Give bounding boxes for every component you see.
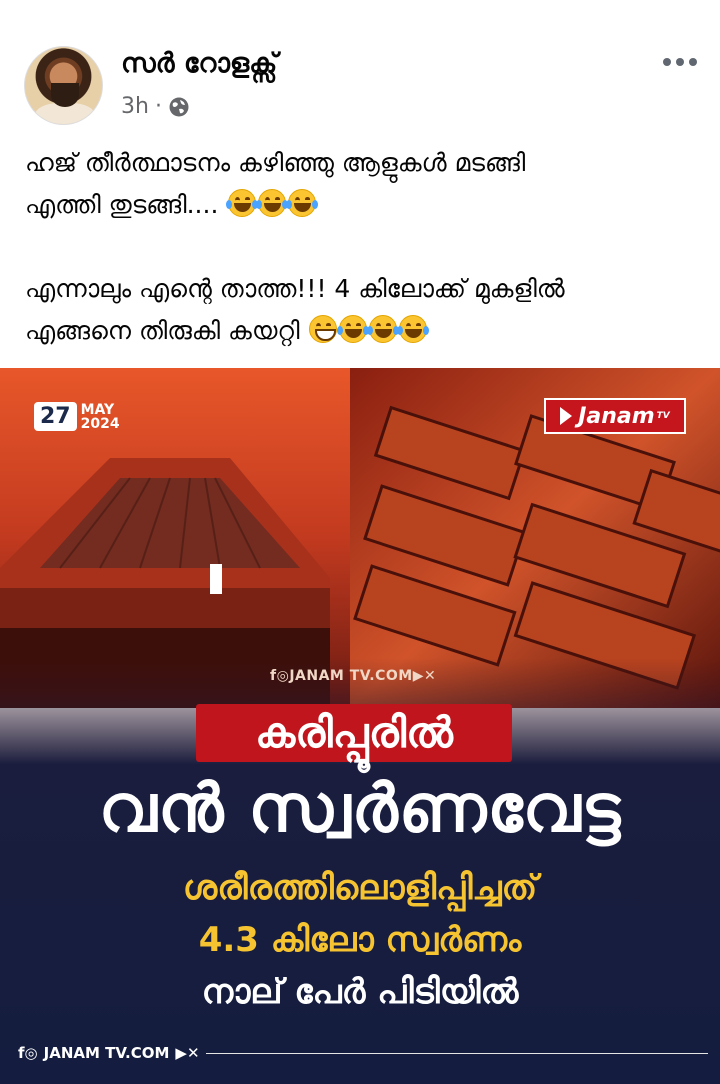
laughing-tears-emoji-icon xyxy=(226,189,259,217)
logo-suffix: TV xyxy=(656,411,670,421)
caption-line: എങ്ങനെ തിരുകി കയറ്റി xyxy=(25,310,705,352)
headline-main: വൻ സ്വർണവേട്ട xyxy=(98,770,622,847)
caption-line: ഹജ് തീർത്ഥാടനം കഴിഞ്ഞു ആളുകൾ മടങ്ങി xyxy=(25,142,705,184)
avatar-beard xyxy=(51,83,79,107)
caption-text: എന്നാലും എന്റെ താത്ത!!! 4 കിലോക്ക് മുകളി… xyxy=(25,274,565,303)
watermark: f◎JANAM TV.COM▶✕ xyxy=(270,668,437,684)
more-options-icon[interactable] xyxy=(658,48,702,76)
social-icons: ▶✕ xyxy=(175,1044,200,1062)
subheadline-1: ശരീരത്തിലൊളിപ്പിച്ചത് xyxy=(182,868,538,908)
date-badge: 27 MAY 2024 xyxy=(34,402,120,431)
date-month-year: MAY 2024 xyxy=(81,403,120,431)
janam-tv-logo: Janam TV xyxy=(544,398,686,434)
caption-text: ഹജ് തീർത്ഥാടനം കഴിഞ്ഞു ആളുകൾ മടങ്ങി xyxy=(25,148,526,177)
caption-text: എങ്ങനെ തിരുകി കയറ്റി xyxy=(25,316,300,345)
logo-text: Janam xyxy=(578,403,655,429)
avatar[interactable] xyxy=(24,46,103,125)
post-meta: 3h · xyxy=(121,94,190,119)
laughing-tears-emoji-icon xyxy=(367,315,400,343)
laughing-tears-emoji-icon xyxy=(337,315,370,343)
social-icons: f◎ xyxy=(18,1044,38,1062)
date-day: 27 xyxy=(34,402,77,431)
footer-handle: f◎ JANAM TV.COM ▶✕ xyxy=(18,1044,708,1062)
caption-text: എത്തി തുടങ്ങി.... xyxy=(25,190,219,219)
subheadline-2: 4.3 കിലോ സ്വർണം xyxy=(198,920,522,960)
laughing-tears-emoji-icon xyxy=(256,189,289,217)
globe-icon[interactable] xyxy=(168,96,190,118)
date-year: 2024 xyxy=(80,415,120,432)
author-name[interactable]: സർ റോളക്സ് xyxy=(121,48,277,80)
caption-line: എത്തി തുടങ്ങി.... xyxy=(25,184,705,226)
grinning-emoji-icon xyxy=(309,315,338,343)
post-header: സർ റോളക്സ് 3h · xyxy=(0,0,720,140)
headline-box: കരിപ്പൂരിൽ xyxy=(196,704,512,762)
footer-text: JANAM TV.COM xyxy=(43,1044,170,1062)
footer-divider xyxy=(205,1052,708,1054)
subheadline-3: നാല് പേർ പിടിയിൽ xyxy=(201,972,519,1012)
watermark-text: JANAM TV.COM xyxy=(289,668,413,684)
laughing-tears-emoji-icon xyxy=(397,315,430,343)
meta-separator: · xyxy=(154,94,162,119)
post-caption: ഹജ് തീർത്ഥാടനം കഴിഞ്ഞു ആളുകൾ മടങ്ങി എത്ത… xyxy=(25,142,705,352)
caption-line: എന്നാലും എന്റെ താത്ത!!! 4 കിലോക്ക് മുകളി… xyxy=(25,268,705,310)
post-time[interactable]: 3h xyxy=(121,94,149,119)
laughing-tears-emoji-icon xyxy=(286,189,319,217)
news-image[interactable]: 27 MAY 2024 Janam TV f◎JANAM TV.COM▶✕ കരിപ… xyxy=(0,368,720,1084)
